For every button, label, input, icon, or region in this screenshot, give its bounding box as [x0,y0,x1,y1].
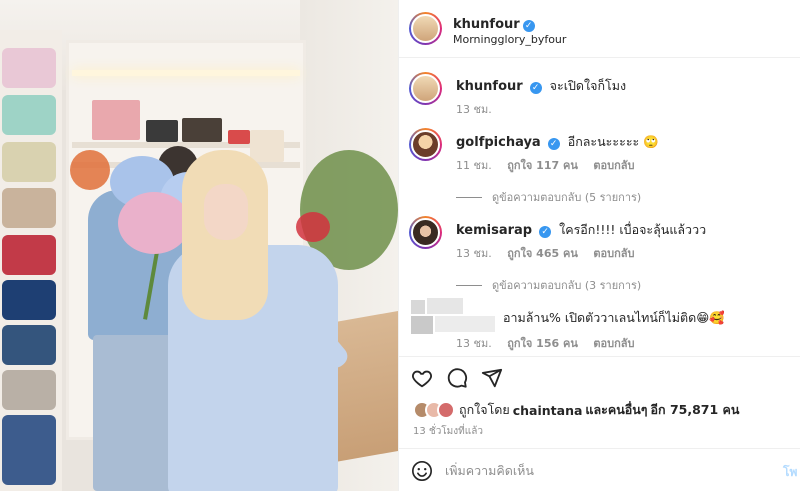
photo-ribbon-spool [2,325,56,365]
likes-user[interactable]: chaintana [513,403,583,418]
photo-ribbon-spool [2,48,56,88]
photo-shelf-light [72,70,300,76]
photo-ribbon-spool [2,280,56,320]
view-replies-label: ดูข้อความตอบกลับ (3 รายการ) [492,279,642,292]
author-username[interactable]: khunfour [453,17,520,32]
photo-ribbon-spool [2,142,56,182]
photo-gift-box [146,120,178,142]
post-timestamp[interactable]: 13 ชั่วโมงที่แล้ว [413,424,483,439]
comment-time[interactable]: 11 ชม. [456,159,492,172]
comment-likes[interactable]: ถูกใจ 117 คน [507,159,578,172]
post-photo[interactable] [0,0,398,491]
likes-count[interactable]: อีก 75,871 คน [651,400,740,420]
comment-composer: โพ [399,448,800,491]
comment-time[interactable]: 13 ชม. [456,247,492,260]
comment-avatar[interactable] [409,72,442,105]
comment-input[interactable] [445,459,745,481]
comment-item: kemisarap ✓ ใครอีก!!!! เบื่อจะลุ้นแล้ววว … [399,216,800,296]
comment-item: khunfour ✓ จะเปิดใจก็โมง 13 ชม. [399,72,800,116]
comment-avatar[interactable] [409,216,442,249]
comment-time[interactable]: 13 ชม. [456,337,492,350]
post-sidebar: khunfour ✓ Morningglory_byfour khunfour ✓ … [398,0,800,491]
photo-ribbon-spool [2,188,56,228]
comment-time[interactable]: 13 ชม. [456,103,492,116]
comment-item: golfpichaya ✓ อีกละนะะะะะ 🙄 11 ชม. ถูกใจ … [399,128,800,208]
comments-list: khunfour ✓ จะเปิดใจก็โมง 13 ชม. golfpicha… [399,58,800,356]
photo-ribbon-spool [2,95,56,135]
post-header: khunfour ✓ Morningglory_byfour [399,0,800,58]
photo-gift-box [92,100,140,140]
reply-button[interactable]: ตอบกลับ [593,337,634,350]
comment-icon[interactable] [446,367,468,389]
likes-prefix: ถูกใจโดย [459,402,510,417]
reply-button[interactable]: ตอบกลับ [593,159,634,172]
liker-avatars [413,401,455,419]
likes-middle[interactable]: และคนอื่นๆ [585,400,647,420]
photo-person-right [168,150,352,491]
comment-username[interactable]: khunfour [456,79,523,94]
reply-button[interactable]: ตอบกลับ [593,247,634,260]
verified-badge-icon: ✓ [547,138,560,150]
author-avatar[interactable] [409,12,442,45]
send-icon[interactable] [481,367,503,389]
photo-ribbon-spool [2,235,56,275]
post-location[interactable]: Morningglory_byfour [453,33,566,46]
comment-item: อามล้าน% เปิดตัววาเลนไทน์ก็ไม่ติด😁🥰 13 ช… [399,298,800,356]
divider-line [456,196,482,198]
action-bar [399,356,800,396]
comment-likes[interactable]: ถูกใจ 465 คน [507,247,578,260]
comment-text: จะเปิดใจก็โมง [549,78,627,93]
smiley-icon[interactable] [411,460,433,482]
comment-username[interactable]: golfpichaya [456,135,541,150]
likes-summary[interactable]: ถูกใจโดย chaintana และคนอื่นๆ อีก 75,871… [413,400,742,420]
divider-line [456,284,482,286]
view-replies-button[interactable]: ดูข้อความตอบกลับ (3 รายการ) [456,276,641,294]
verified-badge-icon: ✓ [522,20,535,32]
view-replies-label: ดูข้อความตอบกลับ (5 รายการ) [492,191,642,204]
verified-badge-icon: ✓ [539,226,552,238]
comment-text: อามล้าน% เปิดตัววาเลนไทน์ก็ไม่ติด😁🥰 [503,310,725,325]
photo-gift-box [228,130,250,144]
photo-ribbon-spool [2,415,56,485]
comment-username[interactable]: kemisarap [456,223,532,238]
view-replies-button[interactable]: ดูข้อความตอบกลับ (5 รายการ) [456,188,641,206]
verified-badge-icon: ✓ [529,82,542,94]
photo-ribbon-spool [2,370,56,410]
comment-text: อีกละนะะะะะ 🙄 [567,134,659,149]
photo-gift-box [182,118,222,142]
comment-likes[interactable]: ถูกใจ 156 คน [507,337,578,350]
heart-icon[interactable] [411,367,433,389]
comment-text: ใครอีก!!!! เบื่อจะลุ้นแล้ววว [559,222,707,237]
comment-avatar[interactable] [409,128,442,161]
post-comment-button[interactable]: โพ [783,463,797,482]
